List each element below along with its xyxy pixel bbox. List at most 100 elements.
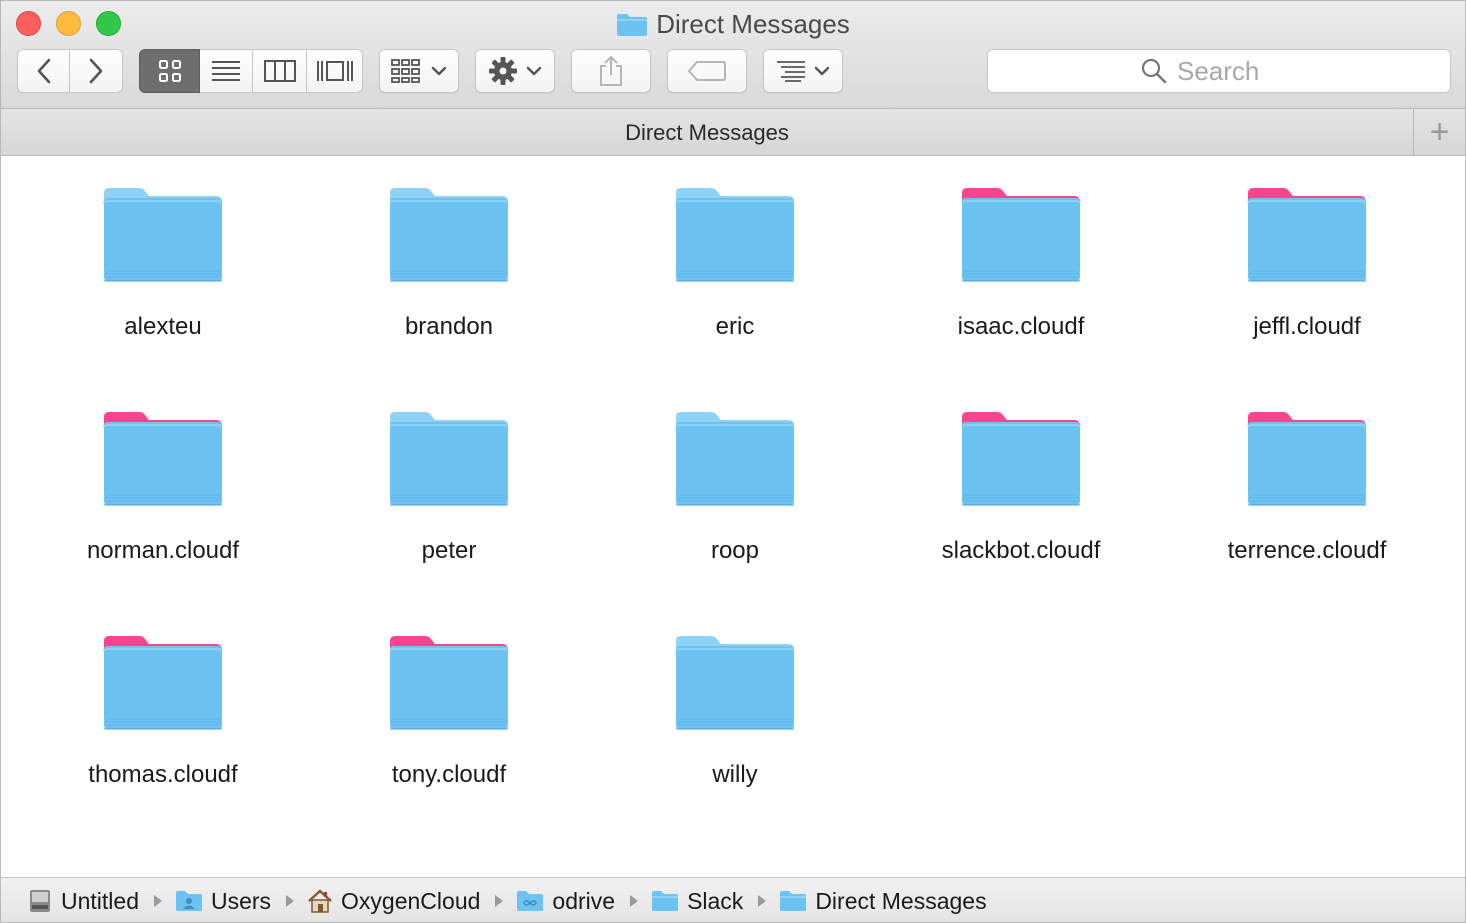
window-title-text: Direct Messages [656,9,850,39]
hard-drive-icon [27,888,53,914]
window-title: Direct Messages [1,9,1465,43]
folder-icon [675,636,795,730]
columns-icon [263,60,296,82]
folder-icon [675,188,795,282]
folder-icon [389,188,509,282]
folder-name: brandon [404,313,494,340]
breadcrumb-separator-icon [629,894,639,908]
folder-item-willy[interactable]: willy [592,633,878,857]
folder-icon [103,188,223,282]
file-browser-content: alexteu brandon eric isaac.cloudf jeffl.… [1,157,1465,877]
view-mode-segment [139,49,363,93]
nav-segment [17,49,123,93]
folder-item-brandon[interactable]: brandon [306,185,592,409]
folder-name: thomas.cloudf [88,761,238,788]
breadcrumb-item-slack[interactable]: Slack [651,888,743,915]
folder-name: alexteu [124,313,202,340]
arrange-grid-icon [391,59,420,83]
folder-item-peter[interactable]: peter [306,409,592,633]
folder-icon [1247,412,1367,506]
folder-icon [779,890,807,912]
folder-item-tony-cloudf[interactable]: tony.cloudf [306,633,592,857]
folder-name: willy [712,761,758,788]
folder-item-isaac-cloudf[interactable]: isaac.cloudf [878,185,1164,409]
tab-bar: Direct Messages + [1,109,1465,156]
folder-item-terrence-cloudf[interactable]: terrence.cloudf [1164,409,1450,633]
folder-icon [961,412,1081,506]
chevron-down-icon [814,66,830,76]
folder-item-alexteu[interactable]: alexteu [20,185,306,409]
breadcrumb-item-odrive[interactable]: odrive [516,888,615,915]
folder-item-jeffl-cloudf[interactable]: jeffl.cloudf [1164,185,1450,409]
back-button[interactable] [17,49,70,93]
folder-icon [389,636,509,730]
breadcrumb-item-direct-messages[interactable]: Direct Messages [779,887,987,915]
folder-item-eric[interactable]: eric [592,185,878,409]
breadcrumb-label: Slack [687,887,744,914]
share-button[interactable] [571,49,651,93]
tab-title[interactable]: Direct Messages [1,109,1413,156]
folder-name: jeffl.cloudf [1253,313,1361,340]
coverflow-view-button[interactable] [307,49,363,93]
breadcrumb-label: Direct Messages [815,887,987,914]
edit-tags-button[interactable] [667,49,747,93]
arrange-button[interactable] [379,49,459,93]
folder-icon [651,890,679,912]
search-input[interactable] [1177,55,1297,87]
new-tab-button[interactable]: + [1413,109,1465,156]
breadcrumb-label: Users [210,887,272,914]
forward-button[interactable] [70,49,123,93]
action-menu-button[interactable] [475,49,555,93]
share-icon [600,56,622,86]
folder-icon [675,412,795,506]
folder-name: terrence.cloudf [1227,537,1387,564]
folder-icon [103,636,223,730]
search-field[interactable] [987,49,1451,93]
tag-icon [688,61,726,81]
folder-name: slackbot.cloudf [941,537,1101,564]
breadcrumb-item-oxygencloud[interactable]: OxygenCloud [307,888,480,915]
chevron-right-icon [89,58,103,84]
breadcrumb-label: odrive [552,887,616,914]
folder-name: norman.cloudf [86,537,240,564]
folder-icon [961,188,1081,282]
chevron-down-icon [526,66,542,76]
sort-lines-icon [777,61,805,82]
folder-icon [389,412,509,506]
finder-window: Direct Messages Search Direct Messages +… [0,0,1466,923]
gear-icon [489,57,517,85]
path-bar: Untitled Users OxygenCloud odrive Slack Direc… [1,877,1465,922]
list-icon [212,61,240,81]
folder-icon [103,412,223,506]
grid-icon [158,60,181,82]
folder-name: tony.cloudf [391,761,507,788]
folder-grid: alexteu brandon eric isaac.cloudf jeffl.… [20,185,1450,857]
folder-item-thomas-cloudf[interactable]: thomas.cloudf [20,633,306,857]
breadcrumb-label: OxygenCloud [341,887,481,914]
folder-item-roop[interactable]: roop [592,409,878,633]
icon-view-button[interactable] [139,49,200,93]
list-view-button[interactable] [200,49,253,93]
users-folder-icon [175,890,203,912]
folder-item-slackbot-cloudf[interactable]: slackbot.cloudf [878,409,1164,633]
folder-item-norman-cloudf[interactable]: norman.cloudf [20,409,306,633]
breadcrumb-separator-icon [153,894,163,908]
search-icon [1141,58,1167,84]
breadcrumb-separator-icon [757,894,767,908]
breadcrumb-separator-icon [285,894,295,908]
folder-name: eric [715,313,755,340]
breadcrumb-item-untitled[interactable]: Untitled [27,888,139,915]
column-view-button[interactable] [253,49,307,93]
odrive-folder-icon [516,890,544,912]
breadcrumb-separator-icon [494,894,504,908]
sort-menu-button[interactable] [763,49,843,93]
chevron-left-icon [37,58,50,84]
folder-name: isaac.cloudf [957,313,1085,340]
breadcrumb-label: Untitled [61,887,139,914]
folder-icon [1247,188,1367,282]
folder-name: roop [710,537,760,564]
titlebar: Direct Messages [1,1,1465,109]
chevron-down-icon [431,66,447,76]
breadcrumb-item-users[interactable]: Users [175,888,271,915]
coverflow-icon [316,61,353,81]
